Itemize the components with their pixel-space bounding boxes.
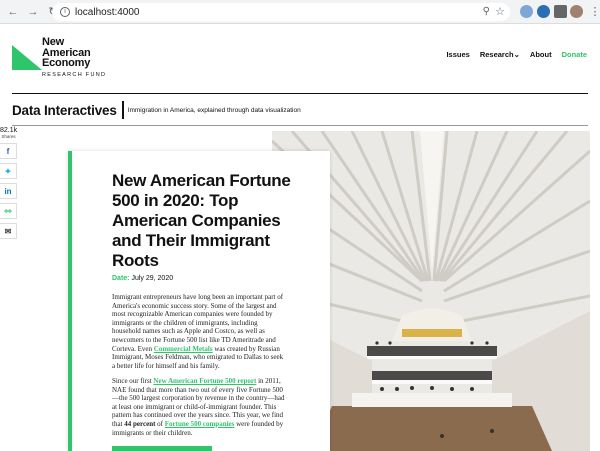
url-text: localhost:4000 [75, 6, 140, 18]
share-icon[interactable]: ⚯ [0, 203, 17, 219]
bookmark-star-icon[interactable]: ☆ [495, 5, 505, 18]
logo-wordmark: New American Economy [42, 36, 91, 69]
back-icon[interactable]: ← [6, 5, 20, 19]
extensions-puzzle-icon[interactable] [554, 5, 567, 18]
nav-issues[interactable]: Issues [446, 50, 469, 59]
report-link[interactable]: New American Fortune 500 report [153, 377, 256, 385]
twitter-share-icon[interactable]: ✦ [0, 163, 17, 179]
facebook-share-icon[interactable]: f [0, 143, 17, 159]
section-bar: Data Interactives Immigration in America… [12, 98, 588, 122]
linkedin-share-icon[interactable]: in [0, 183, 17, 199]
share-bar: 82.1k Shares f ✦ in ⚯ ✉ [0, 127, 17, 239]
commercial-metals-link[interactable]: Commercial Metals [154, 345, 213, 353]
main-nav: Issues Research⌄ About Donate [446, 50, 587, 59]
article-paragraph-2: Since our first New American Fortune 500… [112, 377, 285, 437]
date-label: Date: [112, 275, 130, 282]
section-title: Data Interactives [12, 102, 117, 118]
article-date: Date: July 29, 2020 [112, 275, 173, 282]
chevron-down-icon: ⌄ [513, 50, 520, 59]
share-label: Shares [1, 134, 16, 139]
nav-about[interactable]: About [530, 50, 552, 59]
header-divider [12, 93, 588, 94]
article-card: New American Fortune 500 in 2020: Top Am… [68, 151, 330, 451]
logo-triangle-icon [12, 45, 42, 70]
date-value: July 29, 2020 [131, 275, 174, 282]
forward-icon[interactable]: → [26, 5, 40, 19]
address-bar[interactable]: i localhost:4000 ⚲ ☆ [52, 3, 510, 21]
article-paragraph-1: Immigrant entrepreneurs have long been a… [112, 293, 284, 370]
section-divider [12, 125, 588, 126]
cta-button[interactable] [112, 446, 212, 451]
email-share-icon[interactable]: ✉ [0, 223, 17, 239]
site-info-icon[interactable]: i [60, 7, 70, 17]
section-subtitle: Immigration in America, explained throug… [127, 106, 301, 114]
nae-logo[interactable]: New American Economy RESEARCH FUND [12, 37, 142, 89]
extension-icon[interactable] [537, 5, 550, 18]
share-count: 82.1k [0, 127, 18, 134]
menu-icon[interactable]: ⋮ [588, 5, 600, 19]
zoom-icon[interactable]: ⚲ [483, 6, 490, 17]
browser-toolbar: ← → ↻ i localhost:4000 ⚲ ☆ ⋮ [0, 0, 600, 24]
profile-avatar[interactable] [570, 5, 583, 18]
section-separator [121, 101, 124, 119]
fortune-500-link[interactable]: Fortune 500 companies [165, 420, 235, 428]
article-title: New American Fortune 500 in 2020: Top Am… [112, 171, 291, 270]
nav-donate[interactable]: Donate [562, 50, 587, 59]
logo-subtitle: RESEARCH FUND [42, 72, 107, 78]
nav-research[interactable]: Research⌄ [480, 50, 520, 59]
site-header: New American Economy RESEARCH FUND Issue… [0, 24, 600, 96]
extension-icon[interactable] [520, 5, 533, 18]
